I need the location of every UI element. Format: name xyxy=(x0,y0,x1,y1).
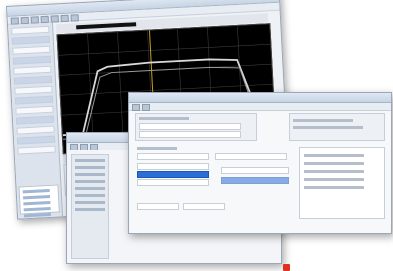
table-row xyxy=(304,162,364,165)
table-row xyxy=(304,178,364,181)
channel-row[interactable] xyxy=(14,85,53,95)
table-row xyxy=(304,186,364,189)
timeline-bar[interactable] xyxy=(76,22,137,30)
channel-row[interactable] xyxy=(12,55,52,65)
channel-list-panel xyxy=(7,22,64,219)
brand-marker-icon xyxy=(283,264,290,271)
info-text xyxy=(293,119,353,122)
channel-row[interactable] xyxy=(11,35,50,45)
channel-row[interactable] xyxy=(16,125,55,135)
channel-row[interactable] xyxy=(15,115,55,125)
channel-row[interactable] xyxy=(12,45,51,55)
channel-row[interactable] xyxy=(13,65,52,75)
channel-row[interactable] xyxy=(14,95,54,105)
info-text xyxy=(293,126,363,129)
toolbar xyxy=(129,103,391,111)
text-field[interactable] xyxy=(139,123,241,130)
toolbar-button[interactable] xyxy=(60,14,69,23)
channel-row[interactable] xyxy=(15,105,54,115)
table-row xyxy=(304,170,364,173)
channel-row[interactable] xyxy=(17,145,56,155)
toolbar-button[interactable] xyxy=(142,104,150,111)
settings-window xyxy=(128,92,392,234)
channel-row[interactable] xyxy=(16,135,56,145)
list-item[interactable] xyxy=(137,163,209,170)
channel-row[interactable] xyxy=(11,25,50,35)
toolbar-button[interactable] xyxy=(132,104,140,111)
results-table xyxy=(299,147,385,219)
dropdown[interactable] xyxy=(215,153,287,160)
toolbar-button[interactable] xyxy=(50,15,59,23)
value-field[interactable] xyxy=(221,167,289,174)
text-field[interactable] xyxy=(139,131,241,138)
navigation-panel xyxy=(71,154,109,259)
ok-button[interactable] xyxy=(137,203,179,210)
table-row xyxy=(304,154,364,157)
list-item[interactable] xyxy=(137,179,209,186)
toolbar-button[interactable] xyxy=(70,14,79,22)
cancel-button[interactable] xyxy=(183,203,225,210)
list-item-selected[interactable] xyxy=(137,171,209,178)
channel-row[interactable] xyxy=(13,75,53,85)
dropdown[interactable] xyxy=(137,153,209,160)
field-label xyxy=(139,117,189,120)
project-tree[interactable] xyxy=(18,184,60,218)
field-label xyxy=(137,147,177,150)
value-field-highlighted[interactable] xyxy=(221,177,289,184)
window-titlebar[interactable] xyxy=(129,93,391,103)
